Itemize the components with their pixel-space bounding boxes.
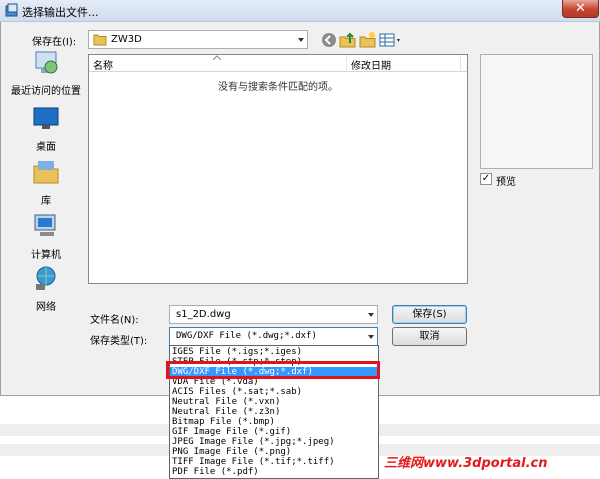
chevron-down-icon [368, 335, 374, 339]
place-libraries[interactable]: 库 [6, 158, 86, 208]
close-icon: ✕ [575, 1, 586, 16]
view-menu-icon[interactable] [379, 31, 403, 49]
filetype-option-vxn[interactable]: Neutral File (*.vxn) [170, 397, 378, 407]
chevron-down-icon [298, 38, 304, 42]
filetype-option-z3n[interactable]: Neutral File (*.z3n) [170, 407, 378, 417]
column-header-date[interactable]: 修改日期 [347, 55, 461, 72]
place-label: 桌面 [36, 142, 56, 153]
up-folder-icon[interactable] [339, 31, 357, 49]
filename-label: 文件名(N): [90, 315, 139, 326]
network-icon [36, 266, 56, 290]
filetype-label: 保存类型(T): [90, 336, 148, 347]
place-desktop[interactable]: 桌面 [6, 104, 86, 154]
filetype-option-tiff[interactable]: TIFF Image File (*.tif;*.tiff) [170, 457, 378, 467]
filetype-value: DWG/DXF File (*.dwg;*.dxf) [176, 331, 317, 341]
filename-input[interactable]: s1_2D.dwg [169, 305, 378, 324]
filetype-option-iges[interactable]: IGES File (*.igs;*.iges) [170, 347, 378, 357]
filetype-option-png[interactable]: PNG Image File (*.png) [170, 447, 378, 457]
app-icon [5, 3, 18, 17]
close-button[interactable]: ✕ [562, 0, 599, 18]
libraries-icon [33, 161, 59, 184]
preview-checkbox[interactable]: ✓ [480, 173, 492, 185]
back-icon[interactable] [320, 31, 338, 49]
filetype-option-bmp[interactable]: Bitmap File (*.bmp) [170, 417, 378, 427]
empty-message: 没有与搜索条件匹配的项。 [218, 82, 338, 93]
window-title: 选择输出文件... [22, 6, 99, 19]
desktop-icon [33, 107, 59, 129]
highlight-annotation-box [166, 361, 380, 379]
chevron-down-icon [368, 313, 374, 317]
recent-places-icon [35, 51, 58, 74]
filename-value: s1_2D.dwg [176, 309, 231, 320]
watermark-text: 三维网www.3dportal.cn [384, 456, 548, 471]
place-network[interactable]: 网络 [6, 264, 86, 314]
filetype-option-jpeg[interactable]: JPEG Image File (*.jpg;*.jpeg) [170, 437, 378, 447]
filetype-select[interactable]: DWG/DXF File (*.dwg;*.dxf) [169, 327, 378, 346]
save-button[interactable]: 保存(S) [392, 305, 467, 324]
computer-icon [34, 214, 56, 236]
places-bar: 最近访问的位置 桌面 库 计算机 网络 [6, 48, 86, 318]
new-folder-icon[interactable] [359, 31, 377, 49]
preview-label: 预览 [496, 177, 516, 188]
sort-up-icon [213, 55, 221, 60]
folder-combo[interactable]: ZW3D [88, 30, 308, 49]
place-recent[interactable]: 最近访问的位置 [6, 48, 86, 98]
filetype-option-pdf[interactable]: PDF File (*.pdf) [170, 467, 378, 477]
column-header-overflow [461, 55, 467, 72]
save-in-label: 保存在(I): [32, 37, 77, 48]
check-icon: ✓ [481, 173, 491, 184]
preview-pane [480, 54, 593, 169]
title-bar: 选择输出文件... ✕ [0, 0, 600, 22]
place-computer[interactable]: 计算机 [6, 212, 86, 262]
filetype-option-acis[interactable]: ACIS Files (*.sat;*.sab) [170, 387, 378, 397]
folder-icon [93, 34, 107, 46]
place-label: 库 [41, 196, 51, 207]
place-label: 最近访问的位置 [11, 86, 81, 97]
place-label: 网络 [36, 302, 56, 313]
cancel-button[interactable]: 取消 [392, 327, 467, 346]
folder-value: ZW3D [111, 34, 142, 45]
column-header-name[interactable]: 名称 [89, 55, 347, 72]
filetype-option-gif[interactable]: GIF Image File (*.gif) [170, 427, 378, 437]
place-label: 计算机 [31, 250, 61, 261]
